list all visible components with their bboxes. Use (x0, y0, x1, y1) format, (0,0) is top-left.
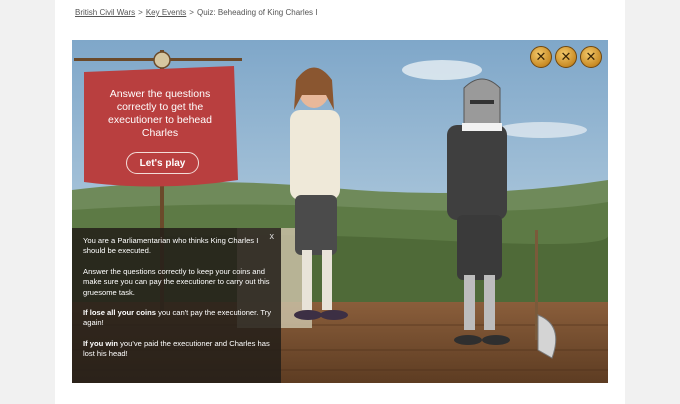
info-paragraph: You are a Parliamentarian who thinks Kin… (83, 236, 259, 256)
coin-icon: ✕ (580, 46, 602, 68)
coin-icon: ✕ (555, 46, 577, 68)
banner-instructions: Answer the questions correctly to get th… (108, 88, 212, 139)
breadcrumb-current: Quiz: Beheading of King Charles I (196, 8, 318, 17)
coin-icon: ✕ (530, 46, 552, 68)
page-content: British Civil Wars > Key Events > Quiz: Behe… (55, 0, 625, 404)
breadcrumb: British Civil Wars > Key Events > Quiz: Behe… (75, 8, 318, 17)
lets-play-button[interactable]: Let's play (126, 152, 199, 174)
breadcrumb-link-british-civil-wars[interactable]: British Civil Wars (75, 8, 135, 17)
info-panel: x You are a Parliamentarian who thinks K… (72, 228, 281, 383)
coins-remaining: ✕ ✕ ✕ (530, 46, 602, 68)
close-info-button[interactable]: x (270, 231, 275, 241)
quiz-game[interactable]: ✕ ✕ ✕ Answer the questions correctly to … (72, 40, 608, 383)
info-paragraph: If you win you've paid the executioner a… (83, 338, 270, 359)
info-paragraph: Answer the questions correctly to keep y… (83, 266, 270, 297)
breadcrumb-link-key-events[interactable]: Key Events (146, 8, 186, 17)
info-paragraph: If lose all your coins you can't pay the… (83, 308, 272, 328)
